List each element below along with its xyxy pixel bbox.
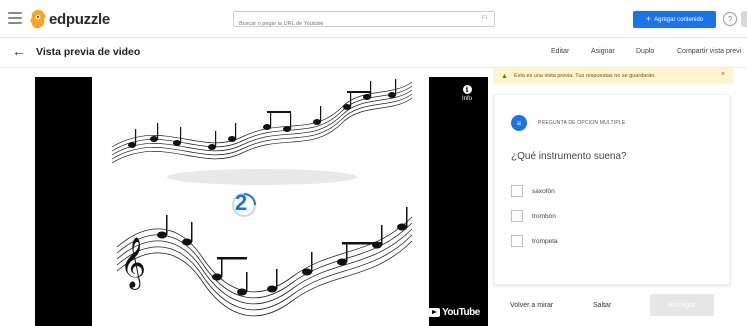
help-icon[interactable]: ?	[723, 12, 737, 26]
list-icon: ≡	[511, 115, 527, 131]
add-content-button[interactable]: + Agregar contenido	[633, 11, 716, 28]
question-text: ¿Qué instrumento suena?	[511, 151, 627, 162]
option-checkbox[interactable]	[511, 210, 523, 222]
warning-text: Esta es una vista previa. Tus respuestas…	[513, 73, 656, 79]
answer-option[interactable]: saxofón	[511, 185, 555, 197]
option-label: saxofón	[532, 187, 555, 195]
warning-icon: ▲	[501, 72, 508, 80]
search-shortcut-hint: F1	[481, 15, 488, 21]
tab-edit[interactable]: Editar	[551, 48, 569, 55]
question-type-label: PREGUNTA DE OPCION MULTIPLE	[538, 120, 626, 126]
answer-option[interactable]: trompeta	[511, 235, 558, 247]
add-content-label: Agregar contenido	[654, 16, 704, 23]
search-input[interactable]	[234, 17, 464, 31]
tab-share-preview[interactable]: Compartir vista previ	[677, 48, 741, 55]
back-arrow-icon[interactable]: ←	[12, 43, 26, 59]
option-label: trompeta	[532, 237, 558, 245]
rewatch-button[interactable]: Volver a mirar	[510, 302, 553, 309]
plus-icon: +	[645, 14, 652, 24]
video-frame: 𝄞 2	[92, 77, 429, 326]
svg-text:𝄞: 𝄞	[120, 237, 146, 290]
puzzle-logo-icon	[30, 10, 46, 29]
answer-option[interactable]: trombón	[511, 210, 556, 222]
tab-duplicate[interactable]: Duplo	[636, 48, 654, 55]
video-info-button[interactable]: i Info	[456, 85, 478, 102]
hamburger-menu-icon[interactable]	[8, 12, 22, 24]
music-notes-illustration: 𝄞	[111, 79, 413, 317]
youtube-play-icon	[428, 308, 440, 317]
submit-button[interactable]: Entregar	[650, 294, 714, 316]
youtube-wordmark: YouTube	[442, 307, 480, 318]
skip-button[interactable]: Saltar	[593, 302, 611, 309]
preview-warning-banner: ▲ Esta es una vista previa. Tus respuest…	[493, 68, 733, 84]
option-checkbox[interactable]	[511, 185, 523, 197]
avatar[interactable]	[741, 11, 747, 27]
top-bar: edpuzzle F1 + Agregar contenido ?	[0, 0, 747, 38]
info-label: Info	[461, 96, 472, 102]
sub-header: ← Vista previa de video Editar Asignar D…	[0, 38, 747, 68]
search-bar[interactable]: F1	[233, 11, 495, 31]
youtube-logo[interactable]: YouTube	[428, 307, 480, 318]
question-panel: ≡ PREGUNTA DE OPCION MULTIPLE ¿Qué instr…	[494, 94, 730, 285]
close-icon[interactable]: ×	[721, 71, 725, 78]
option-label: trombón	[532, 212, 556, 220]
info-icon: i	[462, 85, 472, 94]
option-checkbox[interactable]	[511, 235, 523, 247]
video-player[interactable]: 𝄞 2 i Info YouTube	[35, 77, 488, 326]
brand-name: edpuzzle	[49, 10, 110, 28]
overlay-number: 2	[235, 190, 248, 215]
tab-assign[interactable]: Asignar	[591, 48, 615, 55]
edpuzzle-logo[interactable]: edpuzzle	[29, 8, 110, 30]
question-type: ≡ PREGUNTA DE OPCION MULTIPLE	[511, 115, 625, 131]
page-title: Vista previa de video	[36, 46, 141, 58]
